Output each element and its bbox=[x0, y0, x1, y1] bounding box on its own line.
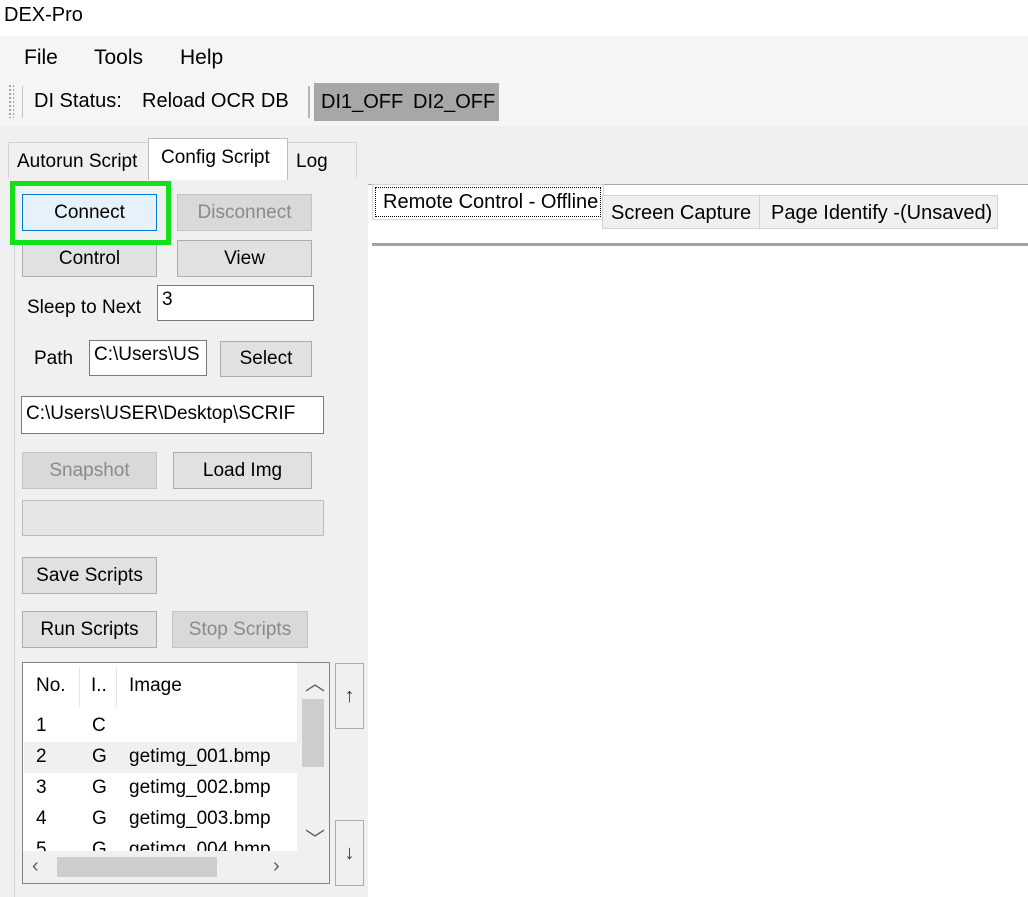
toolstrip-separator bbox=[308, 86, 310, 118]
scroll-up-icon[interactable]: ︿ bbox=[305, 667, 325, 696]
cell-no: 4 bbox=[36, 808, 47, 829]
toolstrip-separator bbox=[22, 86, 23, 118]
path-input[interactable]: C:\Users\US bbox=[89, 340, 207, 376]
tab-page-identify[interactable]: Page Identify -(Unsaved) bbox=[759, 195, 998, 229]
cell-i: C bbox=[92, 715, 106, 736]
vertical-scroll-thumb[interactable] bbox=[302, 699, 324, 767]
scroll-right-icon[interactable]: › bbox=[273, 855, 280, 878]
select-button[interactable]: Select bbox=[220, 341, 312, 377]
vertical-scrollbar[interactable]: ︿ ﹀ bbox=[297, 663, 329, 851]
tab-autorun-script[interactable]: Autorun Script bbox=[8, 142, 149, 178]
arrow-up-icon: ↑ bbox=[344, 684, 355, 707]
run-scripts-button[interactable]: Run Scripts bbox=[22, 611, 157, 648]
table-row[interactable]: 3 G getimg_002.bmp bbox=[24, 773, 297, 804]
cell-i: G bbox=[92, 777, 107, 798]
cell-image: getimg_002.bmp bbox=[129, 777, 271, 798]
column-header-image[interactable]: Image bbox=[129, 675, 182, 697]
path-label: Path bbox=[34, 348, 74, 369]
cell-i: G bbox=[92, 808, 107, 829]
column-header-i[interactable]: I.. bbox=[91, 675, 107, 697]
toolstrip-grip-icon[interactable] bbox=[8, 84, 14, 118]
menu-tools[interactable]: Tools bbox=[94, 46, 143, 70]
tab-label: Screen Capture bbox=[611, 202, 752, 224]
script-list[interactable]: No. I.. Image 1 C 2 G getimg_001.bmp 3 G… bbox=[22, 662, 330, 884]
horizontal-scrollbar[interactable]: ‹ › bbox=[23, 851, 329, 883]
tab-label: Config Script bbox=[161, 147, 270, 168]
scroll-left-icon[interactable]: ‹ bbox=[32, 855, 39, 878]
tab-content-border bbox=[372, 243, 1028, 246]
reload-ocr-db-button[interactable]: Reload OCR DB bbox=[142, 90, 289, 113]
window-title: DEX-Pro bbox=[4, 4, 83, 26]
tab-label: Autorun Script bbox=[17, 151, 138, 172]
progress-bar bbox=[22, 500, 324, 536]
tab-remote-control[interactable]: Remote Control - Offline bbox=[372, 184, 604, 220]
snapshot-button[interactable]: Snapshot bbox=[22, 452, 157, 489]
column-divider[interactable] bbox=[116, 667, 117, 707]
title-bar: DEX-Pro bbox=[0, 0, 1028, 34]
arrow-down-icon: ↓ bbox=[344, 841, 355, 864]
full-path-input[interactable]: C:\Users\USER\Desktop\SCRIF bbox=[21, 396, 324, 434]
save-scripts-button[interactable]: Save Scripts bbox=[22, 557, 157, 594]
connect-button[interactable]: Connect bbox=[22, 194, 157, 231]
stop-scripts-button[interactable]: Stop Scripts bbox=[172, 611, 308, 648]
table-row[interactable]: 2 G getimg_001.bmp bbox=[24, 742, 297, 773]
di2-status: DI2_OFF bbox=[413, 91, 496, 113]
focus-rectangle bbox=[375, 187, 601, 217]
sleep-to-next-input[interactable]: 3 bbox=[157, 285, 314, 321]
disconnect-button[interactable]: Disconnect bbox=[177, 194, 312, 231]
menu-file[interactable]: File bbox=[24, 46, 58, 70]
cell-image: getimg_003.bmp bbox=[129, 808, 271, 829]
cell-no: 2 bbox=[36, 746, 47, 767]
column-divider[interactable] bbox=[79, 667, 80, 707]
table-row[interactable]: 1 C bbox=[24, 711, 297, 742]
tab-label: Log bbox=[296, 151, 328, 172]
move-up-button[interactable]: ↑ bbox=[335, 663, 364, 729]
table-row[interactable]: 4 G getimg_003.bmp bbox=[24, 804, 297, 835]
horizontal-scroll-thumb[interactable] bbox=[57, 857, 217, 877]
preview-panel: Remote Control - Offline Screen Capture … bbox=[368, 184, 1028, 897]
load-img-button[interactable]: Load Img bbox=[173, 452, 312, 489]
cell-no: 1 bbox=[36, 715, 47, 736]
tab-label: Page Identify -(Unsaved) bbox=[771, 202, 993, 224]
cell-i: G bbox=[92, 746, 107, 767]
move-down-button[interactable]: ↓ bbox=[335, 820, 364, 886]
toolstrip: DI Status: Reload OCR DB DI1_OFF DI2_OFF bbox=[0, 78, 1028, 126]
di-status-indicator: DI1_OFF DI2_OFF bbox=[314, 83, 499, 121]
view-button[interactable]: View bbox=[177, 240, 312, 277]
scroll-down-icon[interactable]: ﹀ bbox=[305, 823, 325, 852]
cell-no: 3 bbox=[36, 777, 47, 798]
cell-image: getimg_001.bmp bbox=[129, 746, 271, 767]
menu-help[interactable]: Help bbox=[180, 46, 223, 70]
tab-log[interactable]: Log bbox=[287, 142, 357, 178]
di1-status: DI1_OFF bbox=[321, 91, 404, 113]
sleep-to-next-label: Sleep to Next bbox=[27, 297, 142, 318]
di-status-label: DI Status: bbox=[34, 90, 122, 112]
control-button[interactable]: Control bbox=[22, 240, 157, 277]
tab-config-script[interactable]: Config Script bbox=[148, 138, 288, 180]
menu-bar: File Tools Help bbox=[0, 36, 1028, 78]
column-header-no[interactable]: No. bbox=[36, 675, 66, 697]
tab-screen-capture[interactable]: Screen Capture bbox=[602, 195, 760, 229]
